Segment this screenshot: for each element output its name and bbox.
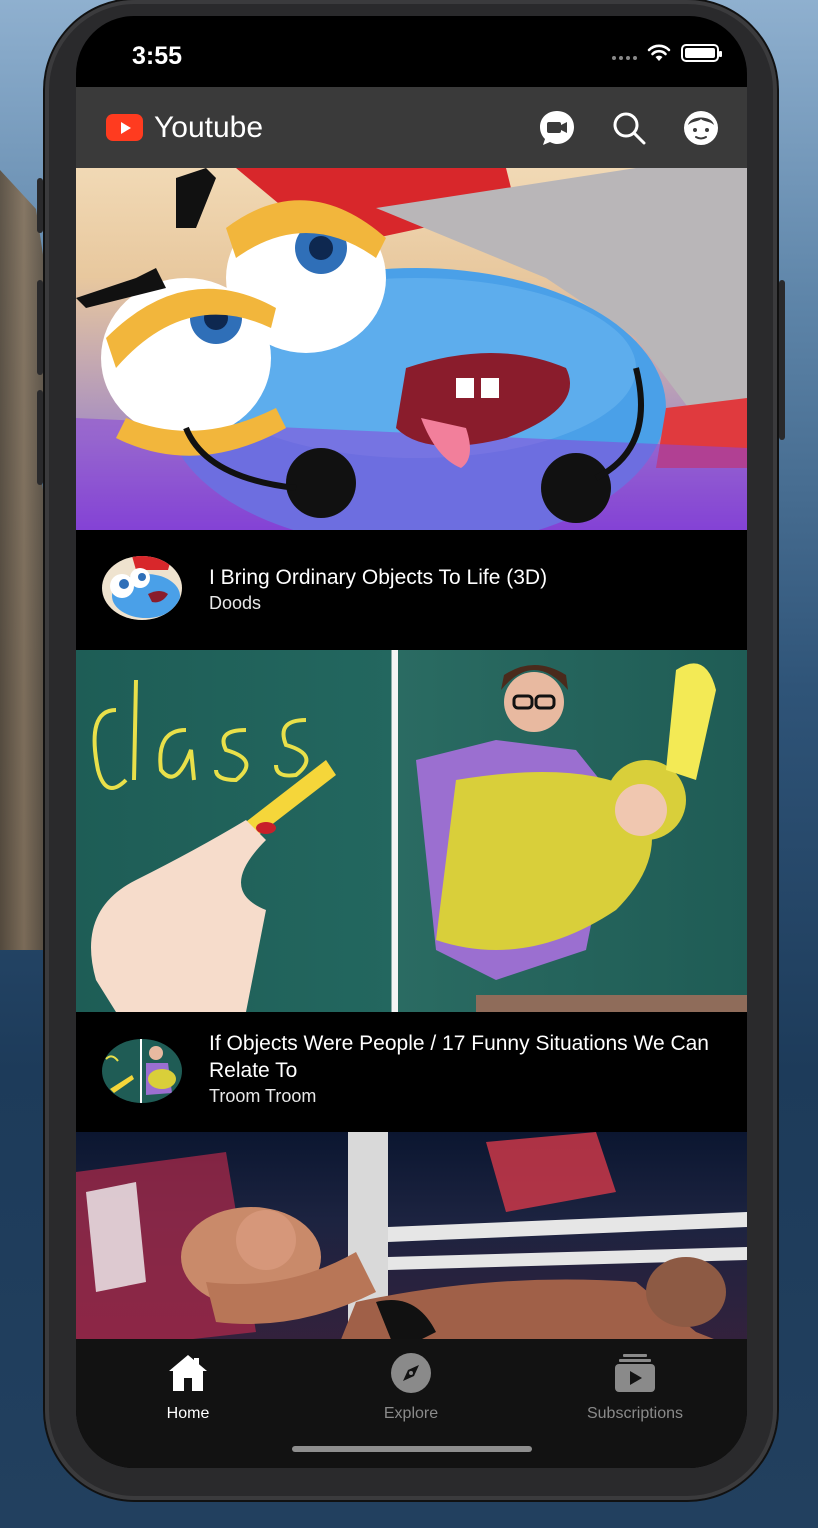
app-bar: Youtube [76,87,747,168]
video-meta[interactable]: I Bring Ordinary Objects To Life (3D) Do… [76,530,747,650]
video-camera-icon[interactable] [537,108,577,148]
app-title: Youtube [154,110,264,144]
tab-subscriptions[interactable]: Subscriptions [560,1351,710,1423]
notch [226,16,598,70]
video-title[interactable]: If Objects Were People / 17 Funny Situat… [209,1030,717,1084]
app-bar-actions [537,87,721,168]
status-icons [612,44,722,62]
tab-label: Explore [383,1405,439,1422]
video-title[interactable]: I Bring Ordinary Objects To Life (3D) [209,564,717,591]
tab-label: Subscriptions [586,1405,684,1422]
video-feed[interactable]: I Bring Ordinary Objects To Life (3D) Do… [76,168,747,1339]
tab-label: Home [166,1405,210,1422]
channel-name[interactable]: Troom Troom [209,1084,717,1108]
youtube-logo-icon [106,114,143,141]
channel-name[interactable]: Doods [209,591,717,615]
video-thumbnail[interactable] [76,1132,747,1339]
home-indicator[interactable] [292,1446,532,1452]
channel-avatar[interactable] [102,556,182,620]
subscriptions-icon [613,1351,657,1395]
cellular-signal-icon [612,46,637,60]
channel-avatar[interactable] [102,1039,182,1103]
tab-home[interactable]: Home [113,1351,263,1423]
search-icon[interactable] [609,108,649,148]
video-thumbnail[interactable] [76,650,747,1012]
video-meta[interactable]: If Objects Were People / 17 Funny Situat… [76,1012,747,1132]
wifi-icon [647,44,671,61]
account-icon[interactable] [681,108,721,148]
battery-icon [681,44,722,62]
phone-screen: 3:55 Youtube I Bring Ordinary Objects To… [76,16,747,1468]
status-time: 3:55 [132,42,183,70]
home-icon [166,1351,210,1395]
video-thumbnail[interactable] [76,168,747,530]
compass-icon [389,1351,433,1395]
tab-explore[interactable]: Explore [336,1351,486,1423]
